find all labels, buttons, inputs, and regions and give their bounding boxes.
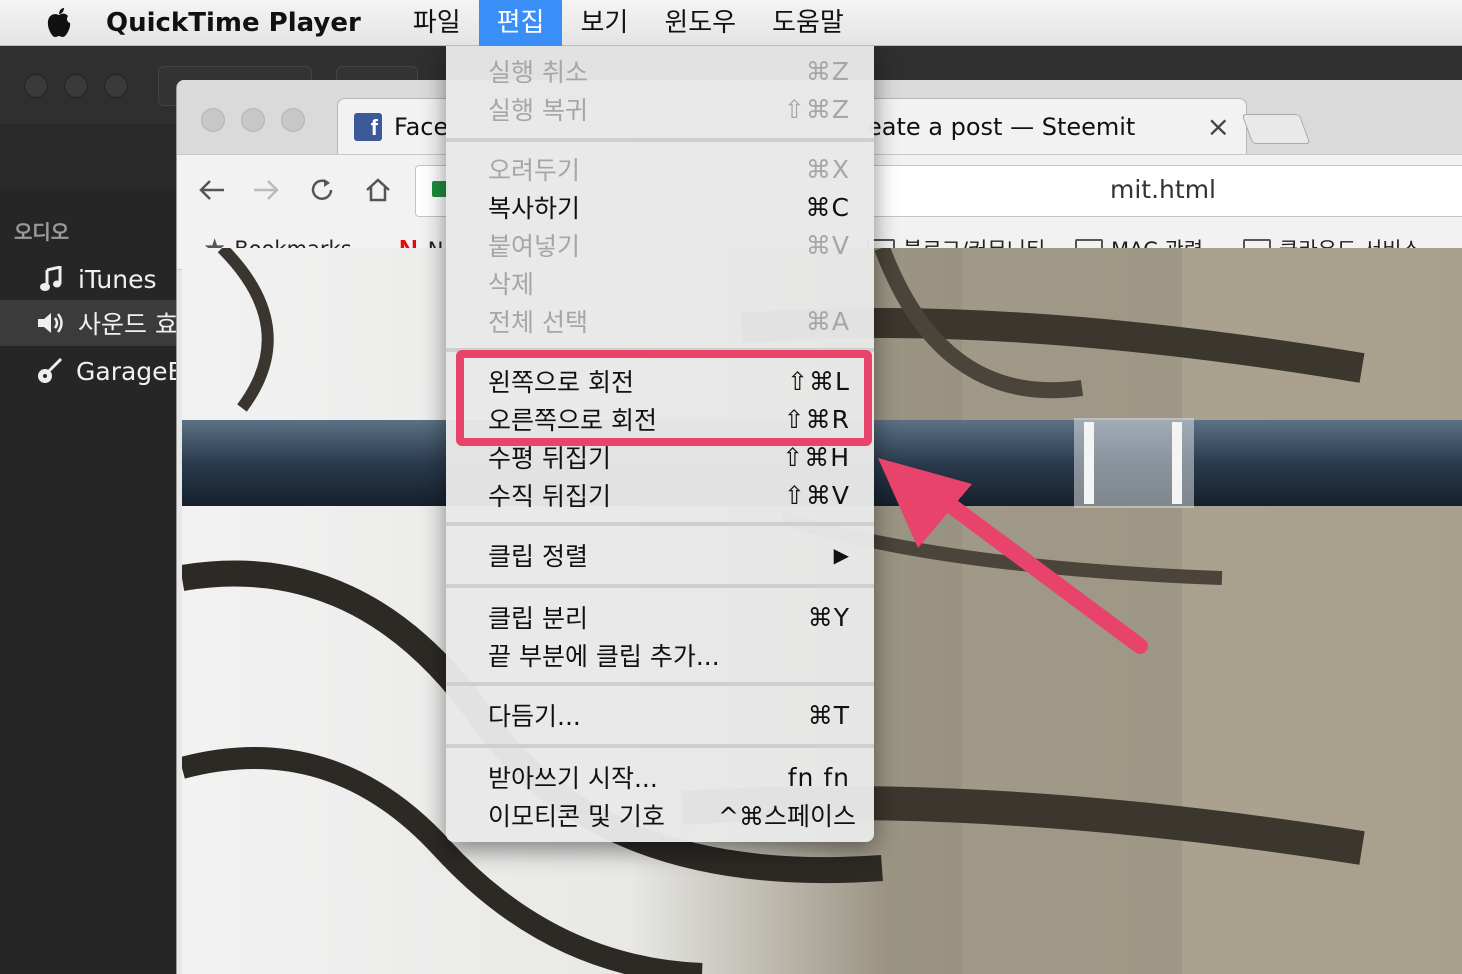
menu-view[interactable]: 보기 (562, 0, 646, 46)
tab-title: eate a post — Steemit (867, 112, 1136, 141)
menu-item-label: 삭제 (488, 270, 535, 299)
sidebar-header: 오디오 (14, 220, 70, 244)
sidebar-item-sound-effects[interactable]: 사운드 효 (0, 300, 180, 346)
minimize-button[interactable] (241, 108, 265, 132)
menu-item-label: 끝 부분에 클립 추가... (488, 642, 720, 671)
menu-item-shortcut: ⌘Y (807, 602, 850, 632)
menu-file[interactable]: 파일 (395, 0, 479, 46)
menu-item-start-dictation[interactable]: 받아쓰기 시작... fn fn (446, 758, 874, 796)
menu-item-emoji-symbols[interactable]: 이모티콘 및 기호 ^⌘스페이스 (446, 796, 874, 834)
menu-item-shortcut: ⌘A (805, 306, 850, 336)
menu-item-label: 붙여넣기 (488, 232, 581, 261)
url-text: mit.html (1110, 175, 1216, 204)
menu-item-shortcut: ⇧⌘Z (783, 94, 850, 124)
sidebar-item-label: iTunes (78, 264, 157, 294)
menu-item-label: 복사하기 (488, 194, 581, 223)
menu-help[interactable]: 도움말 (754, 0, 862, 46)
close-button[interactable] (201, 108, 225, 132)
app-menu[interactable]: QuickTime Player (106, 8, 361, 38)
menu-item-shortcut: fn fn (787, 762, 850, 792)
menu-item-delete[interactable]: 삭제 (446, 264, 874, 302)
guitar-icon (36, 357, 64, 385)
menu-item-shortcut: ⌘Z (805, 56, 850, 86)
menu-separator (446, 682, 874, 686)
apple-icon[interactable] (36, 0, 82, 46)
reload-icon[interactable] (305, 173, 339, 207)
menu-separator (446, 522, 874, 526)
menu-item-cut[interactable]: 오려두기 ⌘X (446, 150, 874, 188)
sidebar-item-garageband[interactable]: GarageB (0, 348, 180, 394)
close-button[interactable] (24, 74, 48, 98)
speaker-icon (36, 310, 66, 336)
menu-item-select-all[interactable]: 전체 선택 ⌘A (446, 302, 874, 340)
menu-item-label: 다듬기... (488, 702, 581, 731)
menu-edit[interactable]: 편집 (478, 0, 563, 46)
zoom-button[interactable] (281, 108, 305, 132)
tab-steemit[interactable]: eate a post — Steemit × (867, 98, 1247, 154)
menu-item-paste[interactable]: 붙여넣기 ⌘V (446, 226, 874, 264)
new-tab-button[interactable] (1241, 114, 1311, 144)
submenu-arrow-icon: ▶ (833, 543, 850, 567)
menu-item-shortcut: ⌘V (805, 230, 850, 260)
menu-separator (446, 138, 874, 142)
menu-item-shortcut: ^⌘스페이스 (718, 802, 856, 831)
menu-item-split-clip[interactable]: 클립 분리 ⌘Y (446, 598, 874, 636)
menu-item-add-clip-to-end[interactable]: 끝 부분에 클립 추가... (446, 636, 874, 674)
menu-item-label: 수직 뒤집기 (488, 482, 611, 511)
menu-bar: QuickTime Player 파일 편집 보기 윈도우 도움말 (0, 0, 1462, 46)
menu-item-label: 받아쓰기 시작... (488, 764, 658, 793)
forward-icon[interactable] (249, 173, 283, 207)
music-note-icon (36, 266, 66, 292)
menu-item-redo[interactable]: 실행 복귀 ⇧⌘Z (446, 90, 874, 128)
menu-separator (446, 584, 874, 588)
close-tab-icon[interactable]: × (1207, 110, 1230, 143)
home-icon[interactable] (361, 173, 395, 207)
back-icon[interactable] (195, 173, 229, 207)
menu-item-shortcut: ⌘T (807, 700, 850, 730)
menu-item-trim[interactable]: 다듬기... ⌘T (446, 696, 874, 734)
menu-item-shortcut: ⇧⌘H (782, 442, 850, 472)
zoom-button[interactable] (104, 74, 128, 98)
menu-item-shortcut: ⇧⌘V (783, 480, 850, 510)
menu-item-label: 클립 정렬 (488, 542, 588, 571)
sidebar-item-label: 사운드 효 (78, 310, 178, 339)
facebook-icon: f (354, 112, 382, 141)
minimize-button[interactable] (64, 74, 88, 98)
sidebar: 오디오 iTunes 사운드 효 GarageB (0, 188, 180, 974)
menu-item-arrange-clips[interactable]: 클립 정렬 ▶ (446, 536, 874, 574)
menu-separator (446, 744, 874, 748)
sidebar-item-itunes[interactable]: iTunes (0, 256, 180, 302)
menu-item-label: 이모티콘 및 기호 (488, 802, 665, 831)
menu-item-flip-vertical[interactable]: 수직 뒤집기 ⇧⌘V (446, 476, 874, 514)
tab-title: Face (394, 112, 449, 141)
menu-item-undo[interactable]: 실행 취소 ⌘Z (446, 52, 874, 90)
annotation-highlight-box (456, 350, 872, 446)
menu-item-label: 오려두기 (488, 156, 581, 185)
menu-item-shortcut: ⌘X (805, 154, 850, 184)
menu-item-label: 전체 선택 (488, 308, 588, 337)
sidebar-item-label: GarageB (76, 356, 180, 386)
menu-item-shortcut: ⌘C (805, 192, 850, 222)
menu-window[interactable]: 윈도우 (646, 0, 754, 46)
menu-item-label: 실행 복귀 (488, 96, 588, 125)
menu-item-label: 클립 분리 (488, 604, 588, 633)
menu-item-label: 실행 취소 (488, 58, 588, 87)
menu-item-copy[interactable]: 복사하기 ⌘C (446, 188, 874, 226)
